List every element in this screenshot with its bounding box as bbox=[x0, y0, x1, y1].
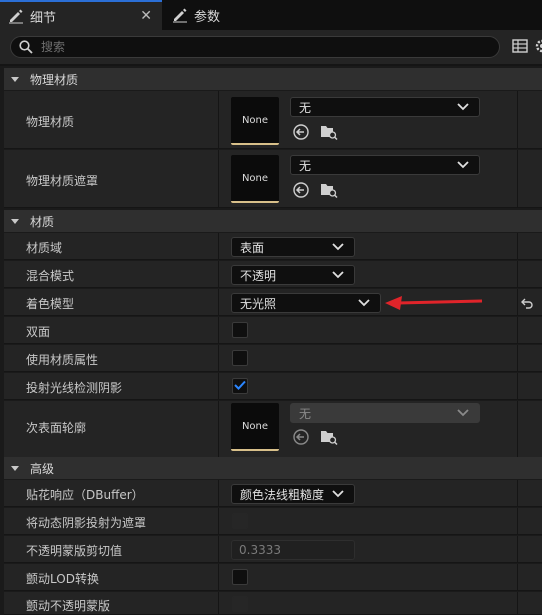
dropdown-value: 无 bbox=[299, 158, 312, 173]
pencil-icon bbox=[172, 7, 188, 23]
section-title: 高级 bbox=[30, 461, 55, 476]
prop-label: 物理材质 bbox=[26, 115, 75, 129]
prop-label: 着色模型 bbox=[26, 297, 75, 311]
details-panel: 物理材质 物理材质 None 无 物理材质遮罩 None 无 材质 材质域 表面… bbox=[0, 66, 542, 615]
decal-response-dropdown[interactable]: 颜色法线粗糙度 bbox=[231, 484, 355, 504]
prop-label: 使用材质属性 bbox=[26, 353, 99, 367]
prop-label: 混合模式 bbox=[26, 269, 75, 283]
prop-dither-lod: 颤动LOD转换 bbox=[4, 564, 542, 591]
dropdown-value: 颜色法线粗糙度 bbox=[240, 487, 325, 502]
asset-thumbnail[interactable]: None bbox=[231, 97, 279, 145]
prop-opacity-clip: 不透明蒙版剪切值 0.3333 bbox=[4, 536, 542, 563]
asset-dropdown[interactable]: 无 bbox=[290, 97, 480, 117]
prop-physical-material: 物理材质 None 无 bbox=[4, 91, 542, 149]
blend-mode-dropdown[interactable]: 不透明 bbox=[231, 265, 355, 285]
search-icon bbox=[19, 40, 33, 54]
tab-details[interactable]: 细节 ✕ bbox=[0, 0, 162, 30]
material-attributes-checkbox[interactable] bbox=[232, 350, 248, 366]
two-sided-checkbox[interactable] bbox=[232, 322, 248, 338]
search-row bbox=[0, 30, 542, 64]
prop-material-domain: 材质域 表面 bbox=[4, 233, 542, 260]
prop-raytraced-shadows: 投射光线检测阴影 bbox=[4, 373, 542, 400]
dropdown-value: 无光照 bbox=[240, 296, 277, 311]
prop-label: 双面 bbox=[26, 325, 51, 339]
use-selected-icon[interactable] bbox=[292, 181, 310, 199]
asset-thumbnail[interactable]: None bbox=[231, 403, 279, 451]
prop-subsurface-profile: 次表面轮廓 None 无 bbox=[4, 401, 542, 459]
prop-label: 将动态阴影投射为遮罩 bbox=[26, 516, 147, 530]
browse-icon[interactable] bbox=[320, 181, 338, 199]
dropdown-value: 无 bbox=[299, 406, 312, 421]
prop-label: 不透明蒙版剪切值 bbox=[26, 544, 123, 558]
prop-blend-mode: 混合模式 不透明 bbox=[4, 261, 542, 288]
prop-physical-material-mask: 物理材质遮罩 None 无 bbox=[4, 150, 542, 208]
material-domain-dropdown[interactable]: 表面 bbox=[231, 237, 355, 257]
prop-label: 材质域 bbox=[26, 241, 63, 255]
dynamic-shadow-checkbox bbox=[232, 513, 248, 529]
tab-parameters[interactable]: 参数 bbox=[164, 0, 264, 30]
caret-down-icon bbox=[10, 74, 20, 84]
prop-shading-model: 着色模型 无光照 bbox=[4, 289, 542, 316]
prop-label: 贴花响应（DBuffer） bbox=[26, 488, 144, 502]
browse-icon[interactable] bbox=[320, 123, 338, 141]
gear-icon[interactable] bbox=[534, 38, 542, 54]
caret-down-icon bbox=[10, 216, 20, 226]
section-material[interactable]: 材质 bbox=[4, 210, 542, 232]
use-selected-icon bbox=[292, 428, 310, 446]
caret-down-icon bbox=[10, 463, 20, 473]
checkmark-icon bbox=[234, 379, 246, 393]
reset-to-default-icon[interactable] bbox=[520, 296, 534, 310]
dropdown-value: 无 bbox=[299, 100, 312, 115]
prop-dynamic-shadow-mask: 将动态阴影投射为遮罩 bbox=[4, 508, 542, 535]
pencil-icon bbox=[8, 8, 24, 24]
tab-details-label: 细节 bbox=[30, 10, 57, 26]
search-input[interactable] bbox=[41, 40, 481, 54]
prop-label: 物理材质遮罩 bbox=[26, 174, 99, 188]
section-title: 物理材质 bbox=[30, 72, 79, 87]
chevron-down-icon bbox=[332, 490, 344, 498]
chevron-down-icon bbox=[457, 409, 469, 417]
asset-thumbnail[interactable]: None bbox=[231, 155, 279, 203]
dither-opacity-checkbox bbox=[232, 596, 248, 612]
chevron-down-icon bbox=[358, 299, 370, 307]
section-physical-material[interactable]: 物理材质 bbox=[4, 68, 542, 90]
chevron-down-icon bbox=[457, 161, 469, 169]
use-selected-icon[interactable] bbox=[292, 123, 310, 141]
raytraced-shadows-checkbox[interactable] bbox=[232, 378, 248, 394]
table-view-icon[interactable] bbox=[512, 39, 528, 53]
close-icon[interactable]: ✕ bbox=[140, 9, 152, 23]
prop-dither-opacity-mask: 颤动不透明蒙版 bbox=[4, 592, 542, 615]
chevron-down-icon bbox=[332, 271, 344, 279]
dropdown-value: 表面 bbox=[240, 240, 265, 255]
shading-model-dropdown[interactable]: 无光照 bbox=[231, 293, 381, 313]
search-box[interactable] bbox=[10, 36, 500, 58]
tab-bar: 细节 ✕ 参数 bbox=[0, 0, 542, 30]
chevron-down-icon bbox=[332, 243, 344, 251]
section-advanced[interactable]: 高级 bbox=[4, 457, 542, 479]
prop-label: 颤动LOD转换 bbox=[26, 572, 99, 586]
prop-use-material-attributes: 使用材质属性 bbox=[4, 345, 542, 372]
browse-icon[interactable] bbox=[320, 428, 338, 446]
dropdown-value: 不透明 bbox=[240, 268, 277, 283]
prop-label: 投射光线检测阴影 bbox=[26, 381, 123, 395]
prop-decal-response: 贴花响应（DBuffer） 颜色法线粗糙度 bbox=[4, 480, 542, 507]
opacity-clip-input: 0.3333 bbox=[231, 540, 355, 560]
red-arrow-annotation bbox=[385, 296, 483, 310]
chevron-down-icon bbox=[457, 103, 469, 111]
section-title: 材质 bbox=[30, 214, 55, 229]
prop-label: 次表面轮廓 bbox=[26, 421, 87, 435]
tab-parameters-label: 参数 bbox=[194, 9, 221, 25]
prop-two-sided: 双面 bbox=[4, 317, 542, 344]
asset-dropdown[interactable]: 无 bbox=[290, 155, 480, 175]
subsurface-dropdown: 无 bbox=[290, 403, 480, 423]
prop-label: 颤动不透明蒙版 bbox=[26, 599, 111, 613]
dither-lod-checkbox[interactable] bbox=[232, 569, 248, 585]
